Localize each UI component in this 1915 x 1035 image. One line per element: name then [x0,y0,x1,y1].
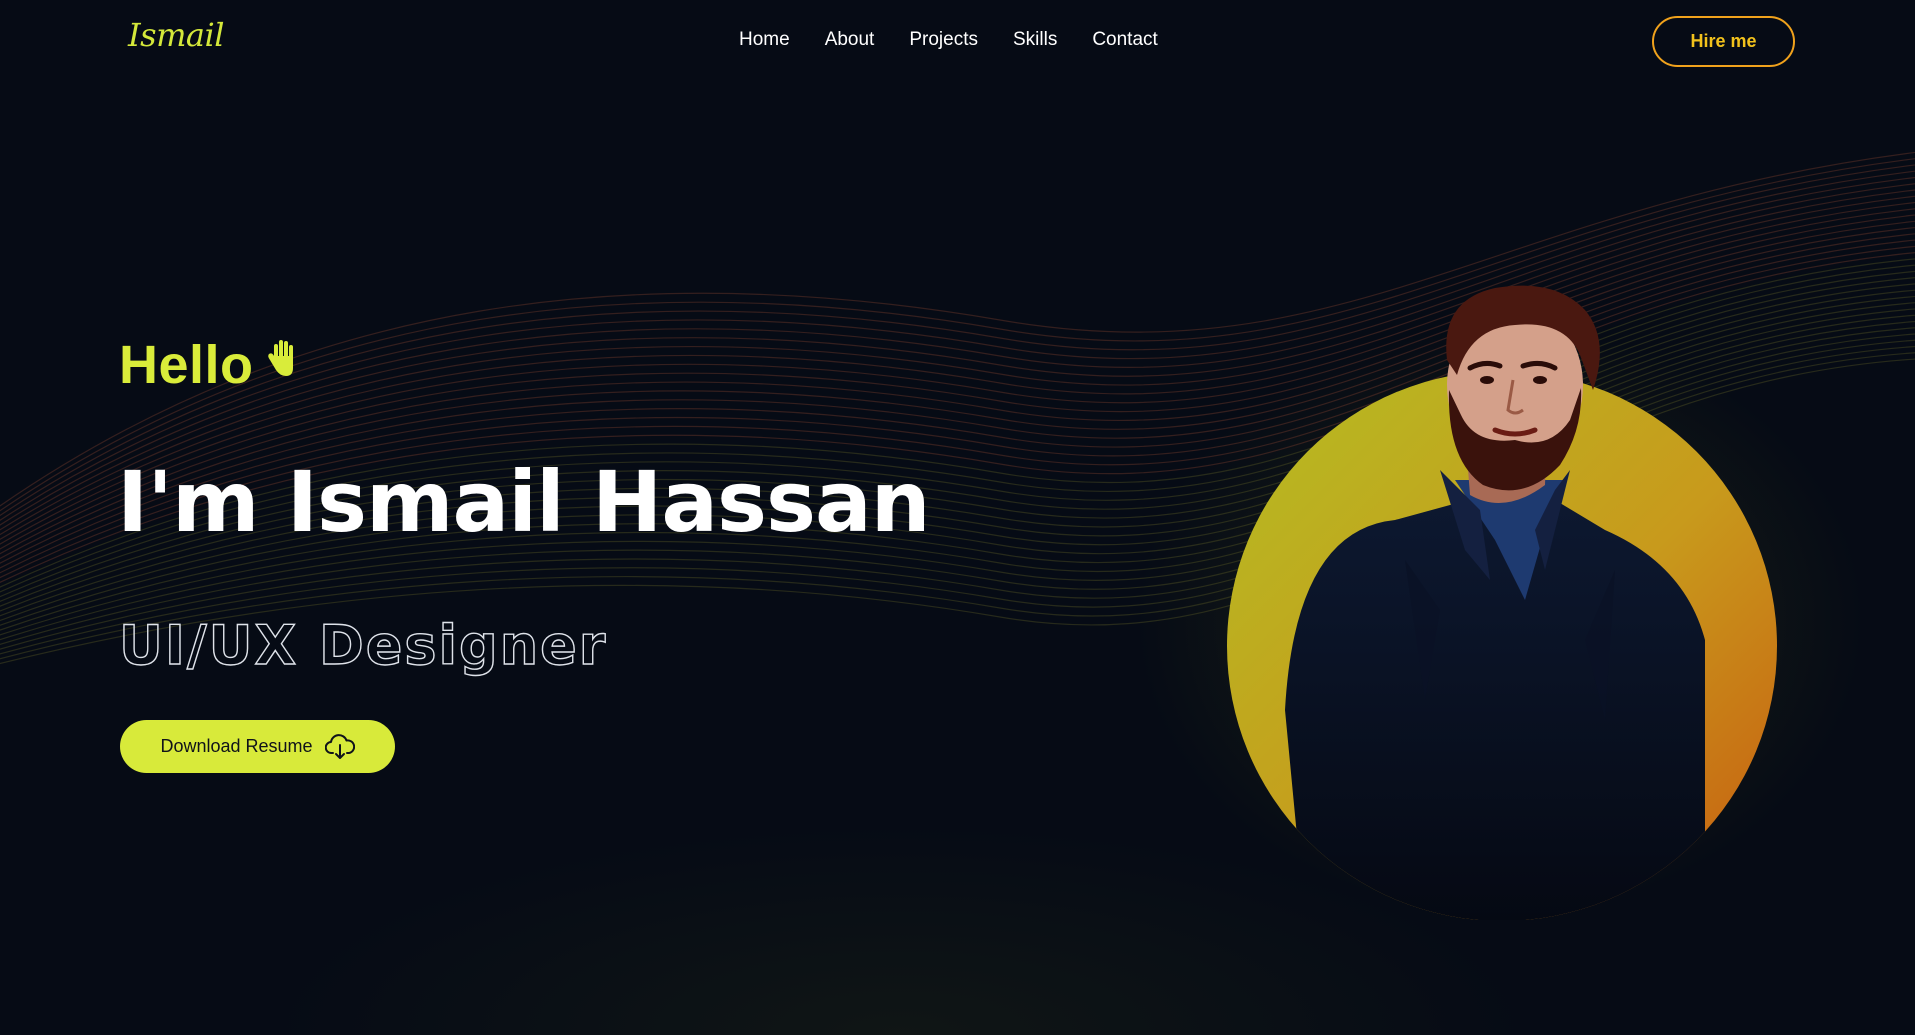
hire-me-button[interactable]: Hire me [1652,16,1795,67]
profile-portrait [1225,280,1780,921]
waving-hand-icon [267,340,293,376]
site-header: Ismail Home About Projects Skills Contac… [0,0,1915,84]
nav-projects[interactable]: Projects [909,29,978,51]
logo[interactable]: Ismail [128,16,224,54]
hero-role: UI/UX Designer [118,613,608,677]
hero-name: I'm Ismail Hassan [117,453,930,551]
cloud-download-icon [324,733,355,759]
greeting-text: Hello [119,335,254,395]
nav-about[interactable]: About [825,29,875,51]
nav-contact[interactable]: Contact [1092,29,1157,51]
portfolio-page: Ismail Home About Projects Skills Contac… [0,0,1915,1035]
main-nav: Home About Projects Skills Contact [739,29,1158,51]
greeting: Hello [119,334,300,396]
download-resume-label: Download Resume [160,736,313,756]
download-resume-button[interactable]: Download Resume [120,720,395,773]
nav-home[interactable]: Home [739,29,790,51]
nav-skills[interactable]: Skills [1013,29,1057,51]
